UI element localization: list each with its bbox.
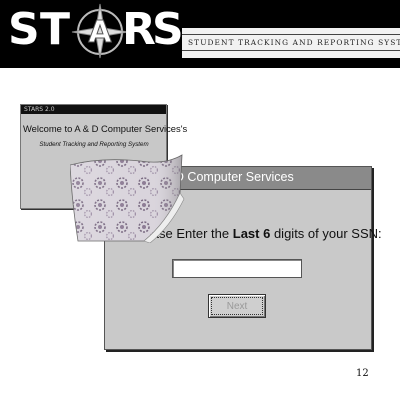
logo-letter-s2: S [152, 4, 184, 55]
ssn-dialog: A & D Computer Services Please Enter the… [104, 166, 382, 350]
header-banner: S T A R S STUDENT TRACKING AND REPORTING… [0, 0, 400, 68]
prompt-emphasis: Last 6 [232, 226, 271, 241]
splash-system-text: Student Tracking and Reporting System [39, 141, 149, 148]
ssn-input[interactable] [172, 259, 302, 278]
subtitle-bar: STUDENT TRACKING AND REPORTING SYSTEM [182, 28, 400, 58]
divider [182, 50, 400, 51]
splash-welcome-text: Welcome to A & D Computer Services's [23, 123, 188, 134]
page-number: 12 [356, 368, 369, 379]
prompt-text: Please Enter the [133, 226, 230, 241]
divider [182, 34, 400, 35]
ssn-prompt: Please Enter the Last 6 digits of your S… [133, 226, 382, 241]
logo-letter-a: A [88, 15, 112, 50]
logo-letter-r: R [122, 4, 156, 55]
compass-star-icon: A [70, 2, 130, 60]
logo-letter-t: T [40, 4, 71, 55]
prompt-text-end: digits of your SSN: [273, 226, 382, 241]
logo-letter-s: S [8, 4, 40, 55]
system-subtitle: STUDENT TRACKING AND REPORTING SYSTEM [188, 38, 400, 47]
next-button[interactable]: Next [208, 294, 266, 318]
dialog-titlebar: A & D Computer Services [105, 167, 371, 190]
splash-titlebar: STARS 2.0 [21, 105, 166, 114]
dialog-title: A & D Computer Services [152, 170, 294, 184]
